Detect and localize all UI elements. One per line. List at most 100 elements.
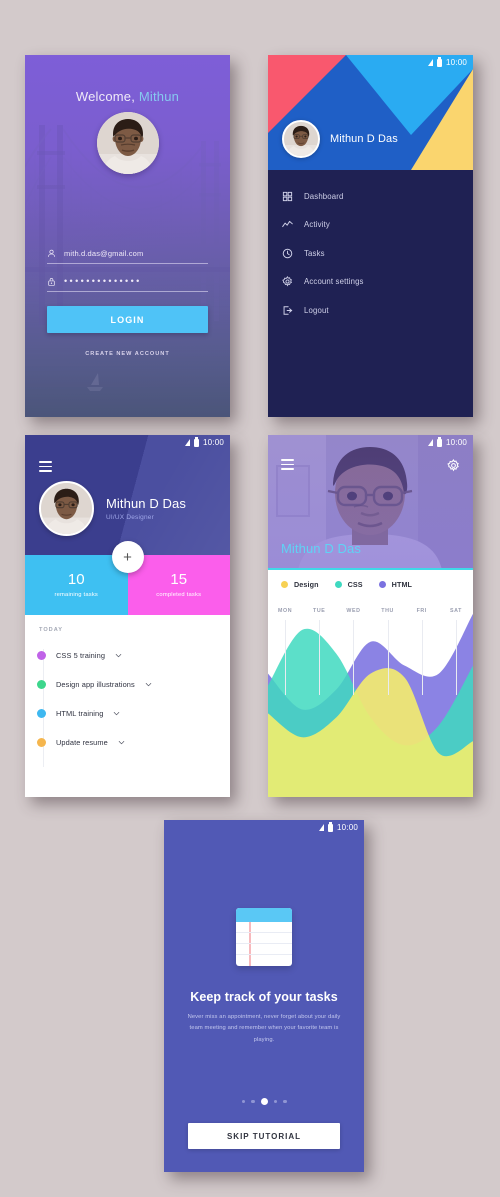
hero-user-name: Mithun D Das xyxy=(281,541,361,556)
status-bar: 10:00 xyxy=(25,435,230,450)
chart-screen: Mithun D Das 10:00 Design CSS HTML MON T… xyxy=(268,435,473,797)
status-bar: 10:00 xyxy=(268,435,473,450)
chevron-down-icon[interactable] xyxy=(118,739,125,746)
profile-role: UI/UX Designer xyxy=(106,514,154,521)
chevron-down-icon[interactable] xyxy=(145,681,152,688)
task-color-dot xyxy=(37,709,46,718)
legend-item-html[interactable]: HTML xyxy=(378,579,413,589)
person-icon xyxy=(48,249,55,257)
battery-icon xyxy=(327,822,333,832)
create-account-link[interactable]: CREATE NEW ACCOUNT xyxy=(25,351,230,357)
chart-legend: Design CSS HTML xyxy=(268,570,473,598)
x-tick: WED xyxy=(346,608,361,614)
legend-label: Design xyxy=(294,579,319,589)
welcome-title: Welcome, Mithun xyxy=(25,89,230,104)
page-dot-active[interactable] xyxy=(260,1098,268,1105)
avatar xyxy=(282,120,320,158)
menu-item-label: Activity xyxy=(304,220,330,230)
welcome-prefix: Welcome, xyxy=(75,89,139,104)
menu-item-label: Account settings xyxy=(304,277,364,287)
signal-triangle-icon xyxy=(427,59,433,66)
email-field[interactable]: mith.d.das@gmail.com xyxy=(47,243,208,264)
drawer-screen: 10:00 Mithun D Das Dashboard Activity Ta… xyxy=(268,55,473,417)
menu-item-logout[interactable]: Logout xyxy=(268,296,473,325)
avatar xyxy=(96,112,159,174)
page-dot[interactable] xyxy=(273,1099,277,1104)
gear-icon xyxy=(282,276,293,287)
activity-chart-icon xyxy=(282,219,293,230)
page-dot[interactable] xyxy=(241,1099,245,1104)
task-label: Update resume xyxy=(56,738,108,747)
drawer-header: 10:00 Mithun D Das xyxy=(268,55,473,170)
status-bar: 10:00 xyxy=(268,55,473,70)
menu-item-activity[interactable]: Activity xyxy=(268,211,473,240)
grid-icon xyxy=(282,191,293,202)
task-item[interactable]: CSS 5 training xyxy=(25,641,230,670)
legend-item-css[interactable]: CSS xyxy=(334,579,363,589)
legend-item-design[interactable]: Design xyxy=(281,580,319,589)
menu-item-label: Dashboard xyxy=(304,191,344,201)
gear-icon[interactable] xyxy=(447,459,460,472)
task-color-dot xyxy=(37,680,46,689)
profile-identity: Mithun D Das UI/UX Designer xyxy=(39,481,220,536)
x-tick: TUE xyxy=(313,608,326,614)
legend-label: HTML xyxy=(391,579,413,589)
chevron-down-icon[interactable] xyxy=(113,710,120,717)
section-label: TODAY xyxy=(39,627,63,633)
profile-name: Mithun D Das xyxy=(106,496,186,511)
task-label: Design app illustrations xyxy=(56,680,135,689)
task-item[interactable]: Design app illustrations xyxy=(25,670,230,699)
stat-remaining-tasks[interactable]: 10 remaining tasks xyxy=(25,555,128,615)
x-tick: SAT xyxy=(449,608,462,614)
stat-value: 10 xyxy=(67,571,85,589)
password-value: •••••••••••••• xyxy=(64,275,142,286)
drawer-menu: Dashboard Activity Tasks Account setting… xyxy=(268,170,473,417)
status-time: 10:00 xyxy=(445,58,467,67)
task-color-dot xyxy=(37,651,46,660)
stat-label: remaining tasks xyxy=(54,591,99,598)
hero-divider xyxy=(268,568,473,570)
notebook-margin-line xyxy=(249,922,251,966)
onboard-title: Keep track of your tasks xyxy=(190,990,338,1004)
status-time: 10:00 xyxy=(202,438,224,447)
battery-icon xyxy=(193,437,199,447)
menu-list: Dashboard Activity Tasks Account setting… xyxy=(268,170,473,325)
chevron-down-icon[interactable] xyxy=(115,652,122,659)
skip-tutorial-button[interactable]: SKIP TUTORIAL xyxy=(188,1123,340,1149)
add-task-fab[interactable]: + xyxy=(111,541,144,573)
drawer-user[interactable]: Mithun D Das xyxy=(282,120,398,158)
hamburger-icon[interactable] xyxy=(39,461,52,475)
page-dot[interactable] xyxy=(251,1099,255,1104)
stat-completed-tasks[interactable]: 15 completed tasks xyxy=(127,555,230,615)
x-tick: THU xyxy=(381,608,394,614)
stat-value: 15 xyxy=(170,571,188,589)
welcome-name: Mithun xyxy=(138,89,180,104)
login-button[interactable]: LOGIN xyxy=(47,306,208,333)
password-field[interactable]: •••••••••••••• xyxy=(47,271,208,292)
status-time: 10:00 xyxy=(336,823,358,832)
legend-label: CSS xyxy=(347,579,363,589)
status-bar: 10:00 xyxy=(164,820,364,835)
page-indicator xyxy=(164,1098,364,1105)
lock-icon xyxy=(48,277,55,286)
task-item[interactable]: Update resume xyxy=(25,728,230,757)
hamburger-icon[interactable] xyxy=(281,459,294,473)
signal-triangle-icon xyxy=(318,824,324,831)
menu-item-account-settings[interactable]: Account settings xyxy=(268,268,473,297)
profile-screen: 10:00 Mithun D Das UI/UX Designer 10 rem… xyxy=(25,435,230,797)
page-dot[interactable] xyxy=(283,1099,287,1104)
signal-triangle-icon xyxy=(184,439,190,446)
screenshot-stage: Welcome, Mithun mith.d.das@gmail.com •••… xyxy=(0,0,500,1197)
legend-color-dot xyxy=(378,580,386,588)
menu-item-tasks[interactable]: Tasks xyxy=(268,239,473,268)
x-axis-tick-labels: MON TUE WED THU FRI SAT xyxy=(268,608,473,614)
notebook-header-band xyxy=(236,908,292,922)
task-item[interactable]: HTML training xyxy=(25,699,230,728)
stat-label: completed tasks xyxy=(156,591,202,598)
menu-item-label: Logout xyxy=(304,305,329,315)
clock-icon xyxy=(282,248,293,259)
plus-icon: + xyxy=(123,548,132,566)
today-section: TODAY CSS 5 training Design app illustra… xyxy=(25,615,230,797)
menu-item-dashboard[interactable]: Dashboard xyxy=(268,182,473,211)
user-photo xyxy=(284,122,318,156)
